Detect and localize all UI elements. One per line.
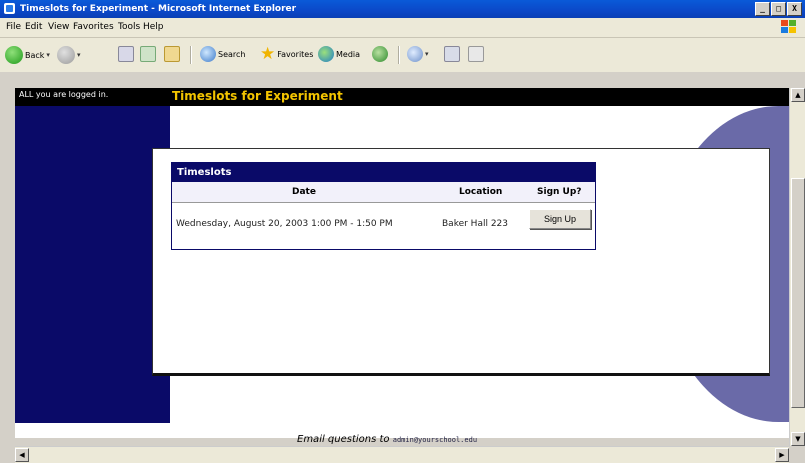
edit-page-icon	[468, 46, 484, 62]
menu-bar: File Edit View Favorites Tools Help	[0, 18, 805, 38]
toolbar-separator	[190, 46, 192, 64]
minimize-button[interactable]: _	[755, 2, 770, 16]
stop-button[interactable]	[118, 46, 134, 62]
print-icon	[444, 46, 460, 62]
back-label: Back	[25, 50, 45, 60]
address-area-gap	[15, 72, 805, 88]
windows-logo-icon	[781, 20, 797, 34]
footer-text: Email questions to	[297, 434, 390, 445]
star-icon: ★	[260, 44, 276, 64]
menu-file[interactable]: File	[6, 22, 21, 32]
horizontal-scrollbar[interactable]: ◀ ▶	[15, 446, 789, 463]
search-button[interactable]: Search	[200, 46, 245, 62]
menu-tools[interactable]: Tools	[118, 22, 140, 32]
media-button[interactable]: Media	[318, 46, 360, 62]
title-bar: Timeslots for Experiment - Microsoft Int…	[0, 0, 805, 18]
chevron-down-icon[interactable]: ▾	[46, 51, 50, 59]
scroll-left-icon[interactable]: ◀	[15, 448, 29, 462]
stop-icon	[118, 46, 134, 62]
search-label: Search	[218, 49, 246, 59]
media-icon	[318, 46, 334, 62]
vertical-scrollbar[interactable]: ▲ ▼	[789, 88, 805, 446]
media-label: Media	[336, 49, 361, 59]
footer-email-link[interactable]: admin@yourschool.edu	[393, 436, 477, 444]
forward-arrow-icon	[57, 46, 75, 64]
mail-icon	[407, 46, 423, 62]
scroll-thumb[interactable]	[791, 178, 805, 408]
mail-button[interactable]: ▾	[407, 46, 429, 62]
back-arrow-icon	[5, 46, 23, 64]
table-row: Wednesday, August 20, 2003 1:00 PM - 1:5…	[172, 203, 595, 245]
scroll-right-icon[interactable]: ▶	[775, 448, 789, 462]
menu-view[interactable]: View	[48, 22, 69, 32]
refresh-button[interactable]	[140, 46, 156, 62]
forward-button[interactable]: ▾	[57, 46, 81, 64]
history-button[interactable]	[372, 46, 388, 62]
home-icon	[164, 46, 180, 62]
page-header-bar	[15, 88, 789, 106]
left-nav-panel	[15, 88, 170, 423]
window-frame-left	[0, 72, 15, 462]
menu-favorites[interactable]: Favorites	[73, 22, 114, 32]
column-header-signup: Sign Up?	[537, 187, 582, 197]
footer: Email questions to admin@yourschool.edu	[297, 434, 477, 445]
timeslots-table: Timeslots Date Location Sign Up? Wednesd…	[171, 162, 596, 250]
close-button[interactable]: X	[787, 2, 802, 16]
history-icon	[372, 46, 388, 62]
table-header: Timeslots	[172, 163, 595, 182]
column-header-location: Location	[459, 187, 503, 197]
favorites-label: Favorites	[277, 49, 314, 59]
favorites-button[interactable]: ★ Favorites	[260, 44, 314, 64]
refresh-icon	[140, 46, 156, 62]
column-headers: Date Location Sign Up?	[172, 182, 595, 203]
toolbar-separator	[398, 46, 400, 64]
chevron-down-icon[interactable]: ▾	[77, 51, 81, 59]
sign-up-button[interactable]: Sign Up	[529, 209, 591, 229]
toolbar: Back ▾ ▾ Search ★ Favorites Media ▾	[0, 38, 805, 73]
logged-in-status: ALL you are logged in.	[19, 90, 109, 99]
window-title: Timeslots for Experiment - Microsoft Int…	[20, 4, 297, 14]
ie-app-icon	[4, 3, 15, 14]
timeslot-location: Baker Hall 223	[442, 219, 509, 229]
chevron-down-icon[interactable]: ▾	[425, 50, 429, 58]
back-button[interactable]: Back ▾	[5, 46, 50, 64]
scroll-up-icon[interactable]: ▲	[791, 88, 805, 102]
menu-help[interactable]: Help	[143, 22, 164, 32]
maximize-button[interactable]: □	[771, 2, 786, 16]
column-header-date: Date	[292, 187, 316, 197]
page-title: Timeslots for Experiment	[172, 89, 343, 103]
print-button[interactable]	[444, 46, 460, 62]
scroll-down-icon[interactable]: ▼	[791, 432, 805, 446]
home-button[interactable]	[164, 46, 180, 62]
timeslot-date: Wednesday, August 20, 2003 1:00 PM - 1:5…	[176, 219, 393, 229]
menu-edit[interactable]: Edit	[25, 22, 42, 32]
window-controls: _ □ X	[755, 2, 802, 16]
search-icon	[200, 46, 216, 62]
edit-button[interactable]	[468, 46, 484, 62]
